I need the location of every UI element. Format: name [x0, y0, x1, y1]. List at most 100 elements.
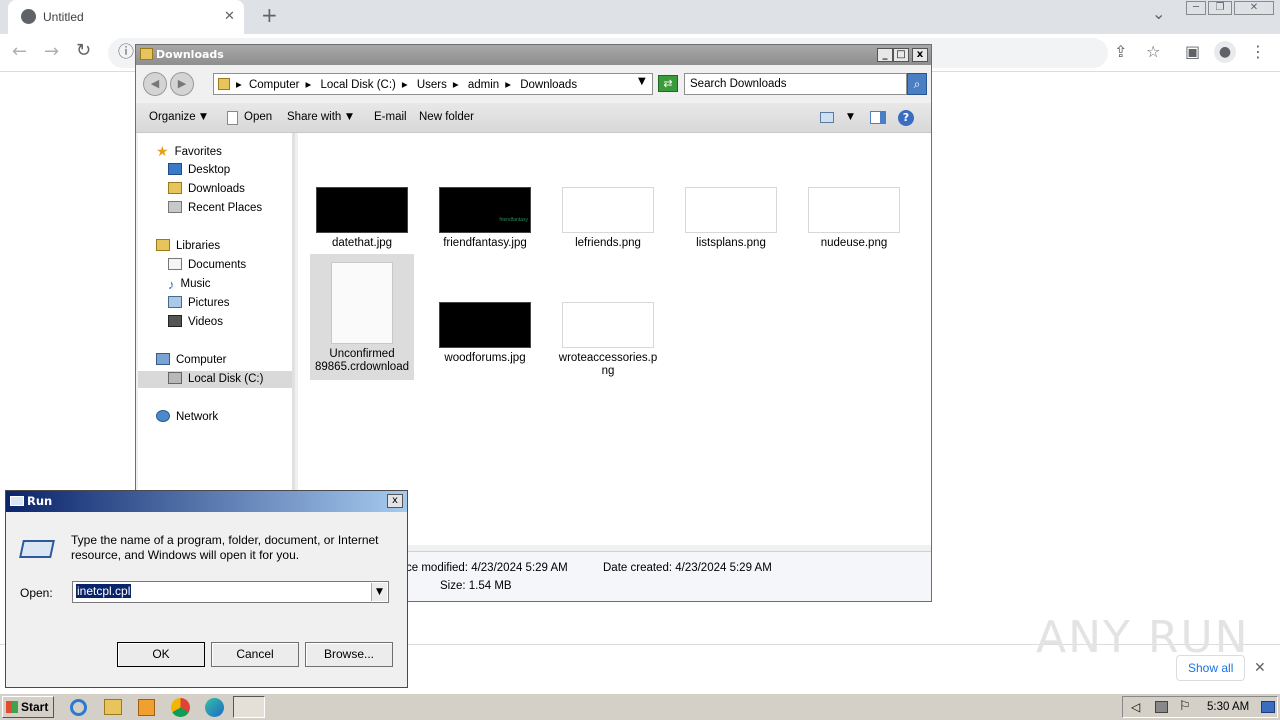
ie-icon[interactable] — [70, 699, 87, 716]
flag-icon[interactable]: ⚐ — [1179, 699, 1191, 714]
system-tray: ◁ ⚐ 5:30 AM — [1122, 696, 1278, 718]
start-button[interactable]: Start — [2, 696, 54, 718]
new-folder-button[interactable]: New folder — [419, 111, 474, 123]
volume-icon[interactable]: ◁ — [1131, 700, 1140, 714]
back-button[interactable]: ◀ — [143, 72, 167, 96]
search-icon[interactable]: ⌕ — [907, 73, 927, 95]
nav-network[interactable]: Network — [156, 409, 218, 426]
show-desktop-icon[interactable] — [1261, 701, 1275, 713]
explorer-close-button[interactable]: x — [912, 48, 928, 62]
breadcrumb-users[interactable]: Users — [417, 79, 447, 91]
browser-tab[interactable]: Untitled ✕ — [8, 0, 244, 34]
help-icon[interactable]: ? — [898, 110, 914, 126]
image-thumbnail: friendfantasy — [439, 187, 531, 233]
nav-favorites[interactable]: ★ Favorites — [156, 143, 222, 160]
new-tab-button[interactable]: + — [261, 5, 278, 25]
profile-avatar-icon[interactable]: ● — [1214, 41, 1236, 63]
file-item[interactable]: wroteaccessories.p ng — [556, 302, 660, 378]
bookmark-star-icon[interactable]: ☆ — [1146, 44, 1160, 60]
file-name-line-2: 89865.crdownload — [315, 361, 409, 373]
view-dropdown-icon[interactable]: ▼ — [847, 112, 854, 122]
share-with-button[interactable]: Share with — [287, 111, 341, 123]
nav-label: Network — [176, 411, 219, 423]
window-close-button[interactable]: ✕ — [1234, 1, 1274, 15]
organize-button[interactable]: Organize — [149, 111, 196, 123]
downloads-bar-close-icon[interactable]: ✕ — [1254, 660, 1266, 676]
site-info-icon[interactable]: ⓘ — [118, 44, 134, 60]
image-thumbnail — [562, 187, 654, 233]
reload-icon[interactable]: ↻ — [76, 42, 91, 60]
nav-label: Videos — [188, 316, 223, 328]
tab-title: Untitled — [43, 10, 84, 24]
forward-icon[interactable]: → — [44, 43, 59, 61]
nav-downloads[interactable]: Downloads — [168, 181, 245, 198]
breadcrumb-local-disk[interactable]: Local Disk (C:) — [320, 79, 395, 91]
breadcrumb-admin[interactable]: admin — [468, 79, 499, 91]
share-icon[interactable]: ⇪ — [1114, 44, 1127, 60]
file-item[interactable]: datethat.jpg — [310, 187, 414, 250]
nav-label: Downloads — [188, 183, 245, 195]
nav-computer[interactable]: Computer — [156, 352, 227, 369]
image-thumbnail — [685, 187, 777, 233]
file-name: lefriends.png — [575, 237, 641, 249]
tab-close-icon[interactable]: ✕ — [224, 9, 235, 25]
search-placeholder: Search Downloads — [690, 78, 787, 90]
nav-label: Computer — [176, 354, 227, 366]
nav-label: Libraries — [176, 240, 221, 252]
file-list: datethat.jpg friendfantasy friendfantasy… — [298, 133, 931, 545]
open-input[interactable]: inetcpl.cpl ▼ — [72, 581, 389, 603]
cancel-button[interactable]: Cancel — [211, 642, 299, 667]
explorer-maximize-button[interactable]: □ — [893, 48, 909, 62]
nav-local-disk[interactable]: Local Disk (C:) — [138, 371, 292, 388]
nav-pictures[interactable]: Pictures — [168, 295, 230, 312]
file-item-selected[interactable]: Unconfirmed 89865.crdownload — [310, 254, 414, 380]
file-item[interactable]: nudeuse.png — [802, 187, 906, 250]
restore-button[interactable]: ❐ — [1208, 1, 1232, 15]
run-close-button[interactable]: x — [387, 494, 403, 508]
explorer-titlebar[interactable]: Downloads _ □ x — [136, 45, 931, 65]
email-button[interactable]: E-mail — [374, 111, 407, 123]
browse-button[interactable]: Browse... — [305, 642, 393, 667]
file-item[interactable]: lefriends.png — [556, 187, 660, 250]
nav-recent-places[interactable]: Recent Places — [168, 200, 262, 217]
ok-button[interactable]: OK — [117, 642, 205, 667]
chrome-menu-icon[interactable]: ⋮ — [1250, 44, 1266, 60]
network-tray-icon[interactable] — [1155, 701, 1168, 713]
clock[interactable]: 5:30 AM — [1207, 701, 1249, 713]
nav-label: Desktop — [188, 164, 231, 176]
file-item[interactable]: listsplans.png — [679, 187, 783, 250]
open-button[interactable]: Open — [244, 111, 272, 123]
refresh-icon[interactable]: ⇄ — [658, 75, 678, 92]
minimize-button[interactable]: ─ — [1186, 1, 1206, 15]
media-player-icon[interactable] — [138, 699, 155, 716]
computer-icon — [156, 353, 170, 365]
nav-videos[interactable]: Videos — [168, 314, 223, 331]
file-name-line-1: Unconfirmed — [329, 348, 395, 360]
back-icon[interactable]: ← — [12, 43, 27, 61]
explorer-taskbar-icon[interactable] — [104, 699, 122, 715]
forward-button[interactable]: ▶ — [170, 72, 194, 96]
side-panel-icon[interactable]: ▣ — [1185, 44, 1200, 60]
nav-label: Pictures — [188, 297, 230, 309]
chrome-icon[interactable] — [171, 698, 190, 717]
tab-search-icon[interactable]: ⌄ — [1152, 6, 1165, 22]
explorer-minimize-button[interactable]: _ — [877, 48, 893, 62]
nav-music[interactable]: ♪ Music — [168, 276, 211, 293]
nav-libraries[interactable]: Libraries — [156, 238, 220, 255]
search-input[interactable]: Search Downloads — [684, 73, 907, 95]
file-item[interactable]: woodforums.jpg — [433, 302, 537, 365]
preview-pane-icon[interactable] — [870, 111, 886, 124]
nav-desktop[interactable]: Desktop — [168, 162, 230, 179]
nav-documents[interactable]: Documents — [168, 257, 246, 274]
breadcrumb-computer[interactable]: Computer — [249, 79, 300, 91]
open-dropdown-icon[interactable]: ▼ — [371, 583, 387, 601]
address-dropdown-icon[interactable]: ▼ — [638, 76, 646, 87]
libraries-icon — [156, 239, 170, 251]
address-bar[interactable]: ▸ Computer ▸ Local Disk (C:) ▸ Users ▸ admi… — [213, 73, 653, 95]
breadcrumb-downloads[interactable]: Downloads — [520, 79, 577, 91]
run-taskbar-icon[interactable] — [233, 696, 265, 718]
run-titlebar[interactable]: Run x — [6, 491, 407, 512]
file-item[interactable]: friendfantasy friendfantasy.jpg — [433, 187, 537, 250]
edge-icon[interactable] — [205, 698, 224, 717]
view-icon[interactable] — [820, 112, 834, 123]
